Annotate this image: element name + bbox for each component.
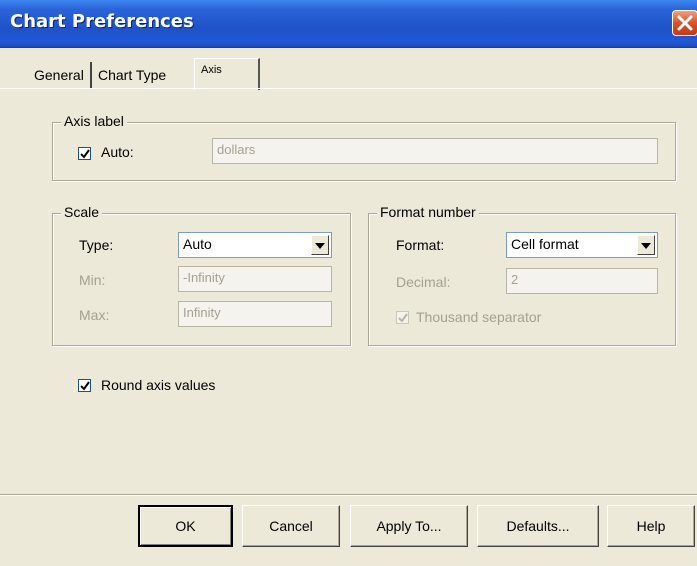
footer-divider-highlight	[0, 495, 697, 496]
max-field[interactable]: Infinity	[178, 301, 332, 327]
format-dropdown-button[interactable]	[637, 235, 655, 255]
format-number-group-title: Format number	[377, 204, 479, 220]
axis-label-field[interactable]: dollars	[212, 138, 658, 164]
tab-chart-type[interactable]: Chart Type	[92, 62, 172, 88]
tab-general[interactable]: General	[28, 62, 92, 88]
scale-group-title: Scale	[61, 204, 103, 220]
checkmark-icon	[80, 149, 90, 159]
round-axis-checkbox[interactable]	[78, 379, 91, 392]
scale-type-value: Auto	[183, 236, 212, 252]
checkmark-icon	[398, 313, 408, 323]
max-label: Max:	[79, 307, 110, 323]
help-button[interactable]: Help	[607, 505, 695, 547]
thousand-separator-checkbox[interactable]	[396, 311, 409, 324]
tab-divider	[0, 88, 697, 89]
auto-checkbox[interactable]	[78, 147, 91, 160]
thousand-separator-label: Thousand separator	[416, 309, 542, 325]
axis-label-group-title: Axis label	[61, 113, 127, 129]
type-label: Type:	[79, 237, 114, 253]
format-select[interactable]: Cell format	[506, 232, 658, 258]
auto-label: Auto:	[101, 144, 134, 160]
tab-axis[interactable]: Axis	[194, 58, 260, 90]
chevron-down-icon	[315, 243, 325, 249]
decimal-field[interactable]: 2	[506, 268, 658, 294]
title-bar: Chart Preferences	[0, 0, 697, 48]
min-label: Min:	[79, 272, 106, 288]
cancel-button[interactable]: Cancel	[242, 505, 340, 547]
format-value: Cell format	[511, 236, 579, 252]
ok-button[interactable]: OK	[138, 505, 233, 547]
format-label: Format:	[396, 237, 445, 253]
min-field[interactable]: -Infinity	[178, 266, 332, 292]
window-title: Chart Preferences	[10, 11, 194, 32]
close-icon	[677, 15, 693, 31]
apply-to-button[interactable]: Apply To...	[350, 505, 468, 547]
scale-type-select[interactable]: Auto	[178, 232, 332, 258]
checkmark-icon	[80, 381, 90, 391]
close-button[interactable]	[672, 10, 697, 36]
tab-strip: General Chart Type Axis	[0, 58, 697, 90]
defaults-button[interactable]: Defaults...	[477, 505, 599, 547]
round-axis-label: Round axis values	[101, 377, 216, 393]
decimal-label: Decimal:	[396, 274, 451, 290]
chevron-down-icon	[641, 243, 651, 249]
scale-type-dropdown-button[interactable]	[311, 235, 329, 255]
